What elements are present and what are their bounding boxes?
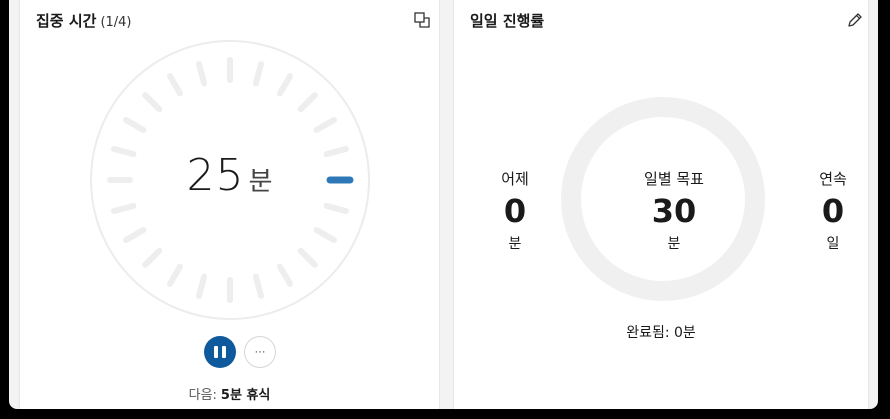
yesterday-stat: 어제 0 분 <box>470 168 560 253</box>
dial-tick <box>277 73 293 97</box>
more-options-button[interactable]: ··· <box>244 336 276 368</box>
dial-tick <box>252 61 265 87</box>
goal-label: 일별 목표 <box>644 170 704 188</box>
dial-tick <box>277 263 293 287</box>
next-prefix: 다음: <box>188 388 217 403</box>
timer-minutes: 25 <box>186 150 245 201</box>
completed-text: 완료됨: 0분 <box>626 325 696 341</box>
goal-unit: 분 <box>667 236 681 252</box>
app-frame: 집중 시간 (1/4) 25 분 ··· 다음: 5분 휴식 일일 진행률 어제… <box>9 0 878 409</box>
popout-icon[interactable] <box>413 11 431 29</box>
timer-unit: 분 <box>248 167 273 197</box>
dial-tick <box>142 92 163 113</box>
focus-card: 집중 시간 (1/4) 25 분 ··· 다음: 5분 휴식 <box>19 0 440 409</box>
focus-title: 집중 시간 (1/4) <box>36 10 132 31</box>
pencil-icon[interactable] <box>846 11 864 29</box>
goal-value: 30 <box>651 192 697 230</box>
dial-tick <box>252 273 265 299</box>
pause-icon <box>214 346 218 358</box>
dial-tick <box>167 73 183 97</box>
dial-tick <box>195 61 208 87</box>
dial-tick <box>123 227 147 243</box>
dial-tick <box>313 227 337 243</box>
daily-goal-stat[interactable]: 일별 목표 30 분 <box>618 168 730 253</box>
yesterday-value: 0 <box>503 192 527 230</box>
dial-tick <box>323 202 349 215</box>
dial-tick <box>297 92 318 113</box>
dial-tick <box>111 202 137 215</box>
daily-title: 일일 진행률 <box>470 12 545 30</box>
dial-tick <box>123 117 147 133</box>
pause-button[interactable] <box>204 336 236 368</box>
streak-unit: 일 <box>826 236 840 252</box>
session-count: (1/4) <box>100 15 132 30</box>
streak-value: 0 <box>821 192 845 230</box>
dial-tick <box>297 247 318 268</box>
streak-stat: 연속 0 일 <box>788 168 878 253</box>
focus-title-text: 집중 시간 <box>36 12 97 30</box>
yesterday-unit: 분 <box>508 236 522 252</box>
daily-progress-card: 일일 진행률 어제 0 분 일별 목표 30 분 연속 0 일 완료됨: 0분 <box>453 0 869 409</box>
yesterday-label: 어제 <box>501 170 529 188</box>
next-break: 다음: 5분 휴식 <box>20 384 439 403</box>
dial-tick <box>313 117 337 133</box>
dial-tick <box>195 273 208 299</box>
streak-label: 연속 <box>819 170 847 188</box>
dial-tick <box>142 247 163 268</box>
next-value: 5분 휴식 <box>220 388 271 403</box>
dial-tick <box>167 263 183 287</box>
timer-display: 25 분 <box>20 150 439 201</box>
